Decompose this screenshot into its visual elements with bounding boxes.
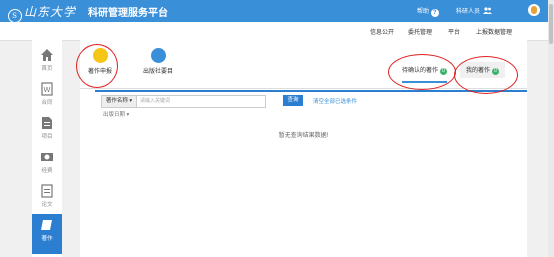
- filter-bar: 著作名称 ▾ 请输入关键词 查询 清空全部已选条件: [95, 90, 527, 109]
- sidebar-item-label: 经费: [41, 168, 53, 174]
- top-navigation: 信息公开 委托管理 平台 上报数据管理: [0, 22, 548, 41]
- paper-icon: [41, 184, 53, 198]
- scrollbar-thumb[interactable]: [549, 4, 553, 44]
- annotation-circle-apply: [76, 44, 118, 88]
- role-label: 科研人员: [456, 9, 481, 15]
- nav-entrust-management[interactable]: 委托管理: [408, 27, 432, 36]
- empty-state-message: 暂无查询结果数据!: [278, 133, 329, 139]
- publish-date-filter[interactable]: 出版日期 ▾: [103, 110, 129, 118]
- top-header-bar: S 山东大学 科研管理服务平台 帮助 ? 科研人员: [0, 0, 554, 23]
- sidebar-item-label: 项目: [41, 134, 53, 140]
- book-icon: [41, 220, 52, 230]
- field-select[interactable]: 著作名称 ▾: [101, 95, 137, 108]
- help-icon: ?: [430, 9, 439, 17]
- tab-press-catalog[interactable]: 出版社要目: [128, 48, 188, 75]
- annotation-circle-pending: [388, 54, 456, 90]
- university-name: 山东大学: [24, 5, 77, 19]
- tab-label: 出版社要目: [142, 69, 173, 75]
- help-link[interactable]: 帮助 ?: [417, 6, 439, 17]
- contract-icon: W: [41, 82, 53, 96]
- help-label: 帮助: [417, 9, 430, 15]
- nav-platform[interactable]: 平台: [448, 27, 460, 36]
- app-title: 科研管理服务平台: [88, 8, 168, 19]
- svg-text:W: W: [44, 86, 51, 94]
- sidebar-item-label: 论文: [41, 202, 53, 208]
- sidebar: 首页 W 合同 项目 经费 论文 著作: [32, 40, 62, 257]
- university-emblem-icon: S: [8, 9, 22, 23]
- role-switcher[interactable]: 科研人员: [456, 6, 492, 15]
- sidebar-item-label: 合同: [41, 100, 53, 106]
- annotation-circle-mine: [454, 56, 518, 94]
- users-icon: [482, 7, 492, 14]
- nav-report-data-management[interactable]: 上报数据管理: [476, 27, 512, 36]
- book-open-icon: [150, 48, 166, 63]
- search-button[interactable]: 查询: [283, 95, 303, 106]
- university-logo[interactable]: S 山东大学: [8, 3, 76, 23]
- user-avatar[interactable]: [528, 4, 540, 16]
- search-input[interactable]: 请输入关键词: [136, 95, 266, 108]
- funds-icon: [41, 153, 53, 161]
- sidebar-item-book[interactable]: 著作: [32, 214, 62, 254]
- sidebar-item-label: 著作: [41, 236, 53, 242]
- project-icon: [42, 117, 52, 129]
- home-icon: [41, 49, 53, 61]
- clear-filters-link[interactable]: 清空全部已选条件: [313, 97, 357, 105]
- nav-info-public[interactable]: 信息公开: [370, 27, 394, 36]
- sidebar-item-label: 首页: [41, 66, 53, 72]
